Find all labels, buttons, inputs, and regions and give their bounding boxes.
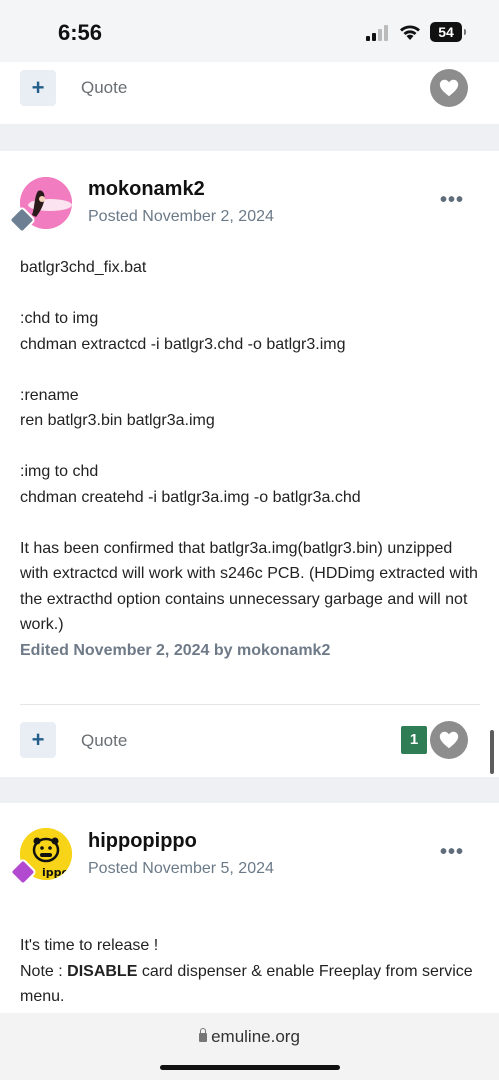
quote-button[interactable]: Quote [81, 78, 127, 98]
author-name[interactable]: mokonamk2 [88, 178, 205, 201]
post-text: batlgr3chd_fix.bat [20, 259, 147, 276]
url-domain: emuline.org [211, 1027, 300, 1046]
heart-icon [439, 79, 459, 97]
previous-post-footer: + Quote [0, 62, 499, 124]
post-body: It's time to release ! Note : DISABLE ca… [20, 933, 480, 1010]
note-bold: DISABLE [67, 962, 138, 980]
post-text: :img to chd chdman createhd -i batlgr3a.… [20, 463, 361, 506]
avatar-text: ippo [42, 866, 70, 879]
like-button[interactable] [430, 721, 468, 759]
post-text: It has been confirmed that batlgr3a.img(… [20, 539, 478, 634]
lock-icon [199, 1028, 208, 1042]
status-time: 6:56 [58, 20, 103, 45]
post-date[interactable]: Posted November 2, 2024 [88, 208, 274, 226]
cellular-signal-icon [366, 25, 390, 41]
post-text: :chd to img chdman extractcd -i batlgr3.… [20, 310, 346, 353]
note-prefix: Note : [20, 962, 68, 980]
like-button[interactable] [430, 69, 468, 107]
home-indicator[interactable] [160, 1065, 340, 1070]
post-menu-button[interactable]: ••• [440, 189, 464, 212]
post-body: batlgr3chd_fix.bat :chd to img chdman ex… [20, 255, 480, 663]
scrollbar[interactable] [490, 730, 494, 774]
multiquote-add-button[interactable]: + [20, 70, 56, 106]
plus-icon: + [31, 75, 45, 100]
plus-icon: + [31, 727, 45, 752]
post-menu-button[interactable]: ••• [440, 841, 464, 864]
author-name[interactable]: hippopippo [88, 830, 197, 853]
post-card-hippopippo: ippo hippopippo Posted November 5, 2024 … [0, 803, 499, 1013]
quote-button[interactable]: Quote [81, 731, 127, 751]
like-count-badge[interactable]: 1 [401, 726, 427, 754]
divider [20, 704, 480, 705]
browser-url-bar[interactable]: emuline.org [0, 1013, 499, 1080]
post-text: :rename ren batlgr3.bin batlgr3a.img [20, 386, 215, 430]
url-display[interactable]: emuline.org [0, 1027, 499, 1047]
battery-icon: 54 [430, 22, 466, 42]
multiquote-add-button[interactable]: + [20, 722, 56, 758]
post-date[interactable]: Posted November 5, 2024 [88, 860, 274, 878]
heart-icon [439, 731, 459, 749]
wifi-icon [398, 22, 422, 42]
status-bar: 6:56 54 [0, 0, 499, 62]
post-note: Note : DISABLE card dispenser & enable F… [20, 959, 480, 1010]
edited-notice: Edited November 2, 2024 by mokonamk2 [20, 641, 331, 659]
post-text: It's time to release ! [20, 937, 159, 954]
post-card-mokonamk2: mokonamk2 Posted November 2, 2024 ••• ba… [0, 151, 499, 777]
